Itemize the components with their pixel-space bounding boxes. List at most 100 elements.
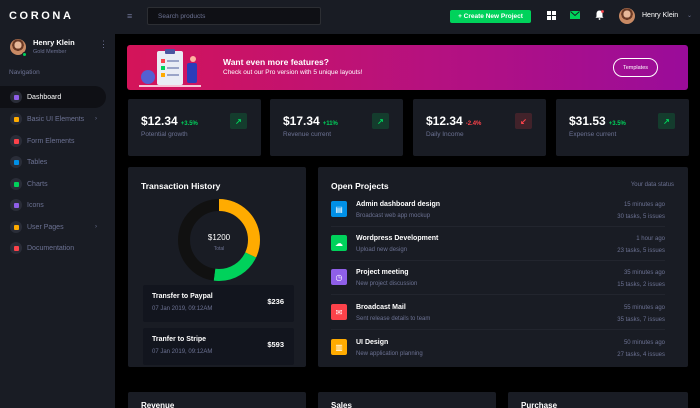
stat-card: $31.53 +3.5% Expense current ↗ xyxy=(556,99,689,156)
contacts-icon xyxy=(10,199,22,211)
menu-toggle-icon[interactable]: ≡ xyxy=(127,11,132,21)
profile-menu-icon[interactable]: ⋮ xyxy=(99,40,108,49)
online-status-dot xyxy=(22,52,27,57)
transaction-item[interactable]: Tranfer to Stripe 07 Jan 2019, 09:12AM $59… xyxy=(143,328,294,365)
open-projects-card: Open Projects Your data status ▤ Admin da… xyxy=(318,167,688,367)
stat-value: $12.34 -2.4% xyxy=(426,114,481,128)
mail-icon[interactable] xyxy=(569,9,581,21)
project-item[interactable]: ▤ Admin dashboard design Broadcast web app… xyxy=(318,200,678,234)
security-icon xyxy=(10,221,22,233)
card-title: Sales xyxy=(331,401,352,408)
transaction-item[interactable]: Transfer to Paypal 07 Jan 2019, 09:12AM $2… xyxy=(143,285,294,322)
card-title: Transaction History xyxy=(141,181,221,191)
sidebar: CORONA Henry Klein Gold Member ⋮ Navigat… xyxy=(0,0,115,408)
clipboard-illustration-icon xyxy=(139,49,201,87)
project-item[interactable]: ✉ Broadcast Mail Sent release details to t… xyxy=(318,303,678,337)
project-tasks: 15 tasks, 2 issues xyxy=(617,282,665,288)
stat-change: +11% xyxy=(322,121,338,127)
stat-amount: $17.34 xyxy=(283,114,320,128)
project-subtitle: New project discussion xyxy=(356,281,418,287)
playlist-icon xyxy=(10,135,22,147)
sidebar-item-label: Documentation xyxy=(27,244,75,252)
notification-bell-icon[interactable] xyxy=(593,9,605,21)
clock-icon: ◷ xyxy=(331,269,347,285)
project-title: Project meeting xyxy=(356,269,409,276)
project-item[interactable]: ◷ Project meeting New project discussion 35… xyxy=(318,268,678,302)
search-input[interactable]: Search products xyxy=(147,7,321,25)
project-tasks: 23 tasks, 5 issues xyxy=(617,248,665,254)
sidebar-item-label: Tables xyxy=(27,158,48,166)
project-subtitle: Broadcast web app mockup xyxy=(356,213,431,219)
chevron-down-icon[interactable]: ⌄ xyxy=(687,12,692,19)
divider xyxy=(331,226,665,227)
cloud-upload-icon: ☁ xyxy=(331,235,347,251)
sidebar-item-dashboard[interactable]: Dashboard xyxy=(0,86,106,108)
project-item[interactable]: ☁ Wordpress Development Upload new design 1… xyxy=(318,234,678,268)
project-time: 55 minutes ago xyxy=(623,305,665,311)
table-icon xyxy=(10,156,22,168)
arrow-top-right-icon: ↗ xyxy=(372,113,389,129)
project-title: Wordpress Development xyxy=(356,235,439,242)
profile-name: Henry Klein xyxy=(33,38,75,47)
transaction-amount: $236 xyxy=(267,297,284,306)
project-tasks: 35 tasks, 7 issues xyxy=(617,317,665,323)
banner-title: Want even more features? xyxy=(223,57,329,67)
topbar: ≡ Search products + Create New Project H… xyxy=(115,0,700,34)
create-project-button[interactable]: + Create New Project xyxy=(450,10,531,23)
stat-value: $17.34 +11% xyxy=(283,114,338,128)
stat-label: Expense current xyxy=(569,131,617,138)
stat-label: Revenue current xyxy=(283,131,332,138)
sidebar-item-user-pages[interactable]: User Pages › xyxy=(0,216,106,238)
sidebar-item-label: Charts xyxy=(27,180,48,188)
bottom-card-purchase: Purchase xyxy=(508,392,688,408)
grid-icon[interactable] xyxy=(545,9,557,21)
project-subtitle: New application planning xyxy=(356,351,423,357)
project-title: UI Design xyxy=(356,339,389,346)
project-subtitle: Sent release details to team xyxy=(356,316,431,322)
sidebar-item-label: Icons xyxy=(27,201,44,209)
user-avatar[interactable] xyxy=(619,8,635,24)
stat-change: +3.5% xyxy=(608,121,626,127)
sidebar-item-label: Form Elements xyxy=(27,137,75,145)
divider xyxy=(331,329,665,330)
divider xyxy=(331,260,665,261)
stat-amount: $12.34 xyxy=(426,114,463,128)
arrow-top-right-icon: ↗ xyxy=(658,113,675,129)
stat-change: +3.5% xyxy=(180,121,198,127)
templates-button[interactable]: Templates xyxy=(613,58,658,77)
project-time: 35 minutes ago xyxy=(623,270,665,276)
arrow-bottom-left-icon: ↙ xyxy=(515,113,532,129)
banner-subtitle: Check out our Pro version with 5 unique … xyxy=(223,69,363,76)
sidebar-item-basic-ui-elements[interactable]: Basic UI Elements › xyxy=(0,108,106,130)
project-tasks: 27 tasks, 4 issues xyxy=(617,352,665,358)
project-subtitle: Upload new design xyxy=(356,247,408,253)
pro-banner: Want even more features? Check out our P… xyxy=(127,45,688,90)
transaction-date: 07 Jan 2019, 09:12AM xyxy=(152,306,213,312)
stat-label: Daily Income xyxy=(426,131,464,138)
chevron-right-icon: › xyxy=(95,224,97,230)
chart-icon xyxy=(10,178,22,190)
project-time: 50 minutes ago xyxy=(623,340,665,346)
user-name[interactable]: Henry Klein xyxy=(642,12,678,19)
chart-icon: ▥ xyxy=(331,339,347,355)
transaction-date: 07 Jan 2019, 09:12AM xyxy=(152,349,213,355)
laptop-icon xyxy=(10,113,22,125)
project-item[interactable]: ▥ UI Design New application planning 50 min… xyxy=(318,338,678,372)
transaction-title: Tranfer to Stripe xyxy=(152,336,207,343)
brand-logo[interactable]: CORONA xyxy=(9,10,74,22)
stat-card: $17.34 +11% Revenue current ↗ xyxy=(270,99,403,156)
sidebar-item-charts[interactable]: Charts xyxy=(0,173,106,195)
project-time: 15 minutes ago xyxy=(623,202,665,208)
nav-caption: Navigation xyxy=(9,69,40,76)
sidebar-item-form-elements[interactable]: Form Elements xyxy=(0,130,106,152)
transaction-donut-chart: $1200 Total xyxy=(177,198,261,282)
project-title: Broadcast Mail xyxy=(356,304,406,311)
card-title: Purchase xyxy=(521,401,558,408)
project-time: 1 hour ago xyxy=(636,236,665,242)
sidebar-profile[interactable]: Henry Klein Gold Member ⋮ xyxy=(0,36,115,60)
stat-label: Potential growth xyxy=(141,131,188,138)
sidebar-item-icons[interactable]: Icons xyxy=(0,194,106,216)
sidebar-item-documentation[interactable]: Documentation xyxy=(0,237,106,259)
sidebar-item-tables[interactable]: Tables xyxy=(0,151,106,173)
stat-change: -2.4% xyxy=(465,121,482,127)
